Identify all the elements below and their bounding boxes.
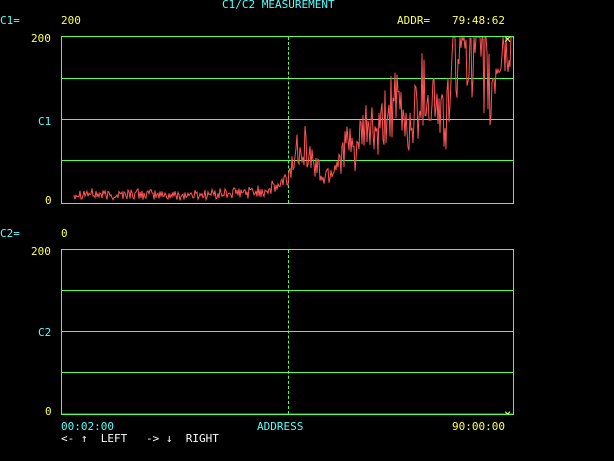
- plot2-y-max-label: 200: [31, 245, 51, 258]
- plot2-y-min-label: 0: [45, 405, 52, 418]
- end-marker-c2: ×: [504, 407, 511, 414]
- page-title: C1/C2 MEASUREMENT: [222, 0, 335, 11]
- c2-plot[interactable]: ×: [61, 249, 514, 415]
- addr-value: 79:48:62: [452, 14, 505, 27]
- series-line-c1: [73, 37, 513, 202]
- x-axis-end-label: 90:00:00: [452, 420, 505, 433]
- end-marker-c1: ×: [504, 37, 511, 46]
- c1-plot[interactable]: ×: [61, 36, 514, 204]
- plot1-y-max-label: 200: [31, 32, 51, 45]
- plot1-y-axis-label: C1: [38, 115, 52, 128]
- c1-label: C1=: [0, 14, 20, 27]
- c1-trace-svg: ×: [73, 37, 513, 202]
- plot1-y-min-label: 0: [45, 194, 52, 207]
- plot2-y-axis-label: C2: [38, 326, 52, 339]
- c2-label: C2=: [0, 227, 20, 240]
- nav-right-hint[interactable]: -> ↓ RIGHT: [146, 433, 219, 445]
- x-axis-title: ADDRESS: [257, 420, 304, 433]
- c2-value: 0: [61, 227, 68, 240]
- nav-left-hint[interactable]: <- ↑ LEFT: [61, 433, 127, 445]
- addr-label: ADDR=: [397, 14, 431, 27]
- c1-value: 200: [61, 14, 81, 27]
- c2-trace-svg: ×: [62, 407, 513, 414]
